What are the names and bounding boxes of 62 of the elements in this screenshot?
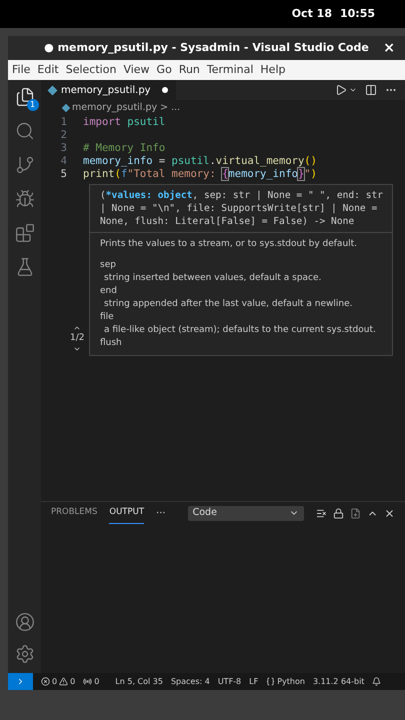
line-number: 5 <box>60 166 68 182</box>
param-name: file <box>100 311 115 324</box>
param-doc: string inserted between values, default a space. <box>103 272 322 285</box>
encoding-status[interactable]: UTF-8 <box>218 676 242 688</box>
menu-item[interactable]: Edit <box>37 62 59 78</box>
account-icon[interactable] <box>14 611 36 633</box>
panel-tab[interactable]: OUTPUT <box>109 502 144 524</box>
error-icon <box>41 677 50 686</box>
code-line: import psutil <box>83 114 166 130</box>
line-number: 3 <box>60 140 68 156</box>
menu-item[interactable]: Selection <box>66 62 116 78</box>
language-status[interactable]: Python <box>266 676 305 688</box>
close-button[interactable]: × <box>379 38 399 58</box>
indentation-status[interactable]: Spaces: 4 <box>170 676 210 688</box>
remote-icon <box>16 677 25 686</box>
chevron-down-icon[interactable] <box>349 86 357 94</box>
menu-item[interactable]: Help <box>260 62 286 78</box>
param-doc: string appended after the last value, default a newline. <box>103 298 354 311</box>
menu-item[interactable]: Terminal <box>206 62 254 78</box>
param-name: flush <box>100 337 123 350</box>
cursor-position[interactable]: Ln 5, Col 35 <box>115 676 163 688</box>
clear-output-icon[interactable] <box>316 508 327 518</box>
page-indicator: 1/2 <box>70 332 84 344</box>
code-line: # Memory Info <box>83 140 166 156</box>
eol-status[interactable]: LF <box>249 676 258 688</box>
new-file-icon[interactable] <box>350 508 361 518</box>
signature-text: (*values: object, sep: str | None = " ", end: str | None = "\n", file: SupportsWrite[str] | None = None, flush: Literal[False] = False) -> None <box>90 185 392 233</box>
code-line: memory_info = psutil.virtual_memory() <box>83 154 317 169</box>
menu-item[interactable]: View <box>123 62 150 78</box>
param-doc: a file-like object (stream); defaults to the current sys.stdout. <box>103 324 377 337</box>
menu-item[interactable]: Run <box>178 62 200 78</box>
channel-dropdown[interactable]: Code <box>188 506 304 520</box>
window-title: ● memory_psutil.py - Sysadmin - Visual Studio Code <box>44 40 369 56</box>
menu-item[interactable]: File <box>12 62 30 78</box>
next-icon[interactable] <box>73 345 82 353</box>
param-name: sep <box>100 259 117 272</box>
notifications-icon[interactable] <box>372 677 382 686</box>
code-line: print(f"Total memory: {memory_info}") <box>83 166 317 182</box>
line-number: 2 <box>60 128 68 143</box>
broadcast-icon <box>83 677 92 686</box>
badge: 1 <box>26 99 38 111</box>
description-text: Prints the values to a stream, or to sys.stdout by default. <box>100 238 358 251</box>
editor-tab[interactable]: memory_psutil.py <box>41 80 176 100</box>
split-editor-icon[interactable] <box>365 84 377 96</box>
more-actions[interactable]: ··· <box>156 506 166 520</box>
breadcrumb-rest[interactable]: > ... <box>160 100 180 116</box>
line-number: 1 <box>60 114 68 130</box>
breadcrumb-file[interactable]: memory_psutil.py <box>72 100 158 116</box>
panel-tab[interactable]: PROBLEMS <box>51 502 98 524</box>
menu-item[interactable]: Go <box>156 62 172 78</box>
problems-status[interactable]: 0 0 <box>41 676 76 688</box>
interpreter-status[interactable]: 3.11.2 64-bit <box>312 676 364 688</box>
param-name: end <box>100 285 118 298</box>
extensions-icon[interactable] <box>14 222 36 244</box>
lock-icon[interactable] <box>333 508 344 518</box>
close-icon[interactable] <box>384 508 395 518</box>
line-number: 4 <box>60 154 68 169</box>
clock-text: 10:55 <box>340 6 375 22</box>
warning-icon <box>59 677 68 686</box>
braces-icon <box>266 677 276 686</box>
date-text: Oct 18 <box>292 6 332 22</box>
ports-status[interactable]: 0 <box>83 676 100 688</box>
